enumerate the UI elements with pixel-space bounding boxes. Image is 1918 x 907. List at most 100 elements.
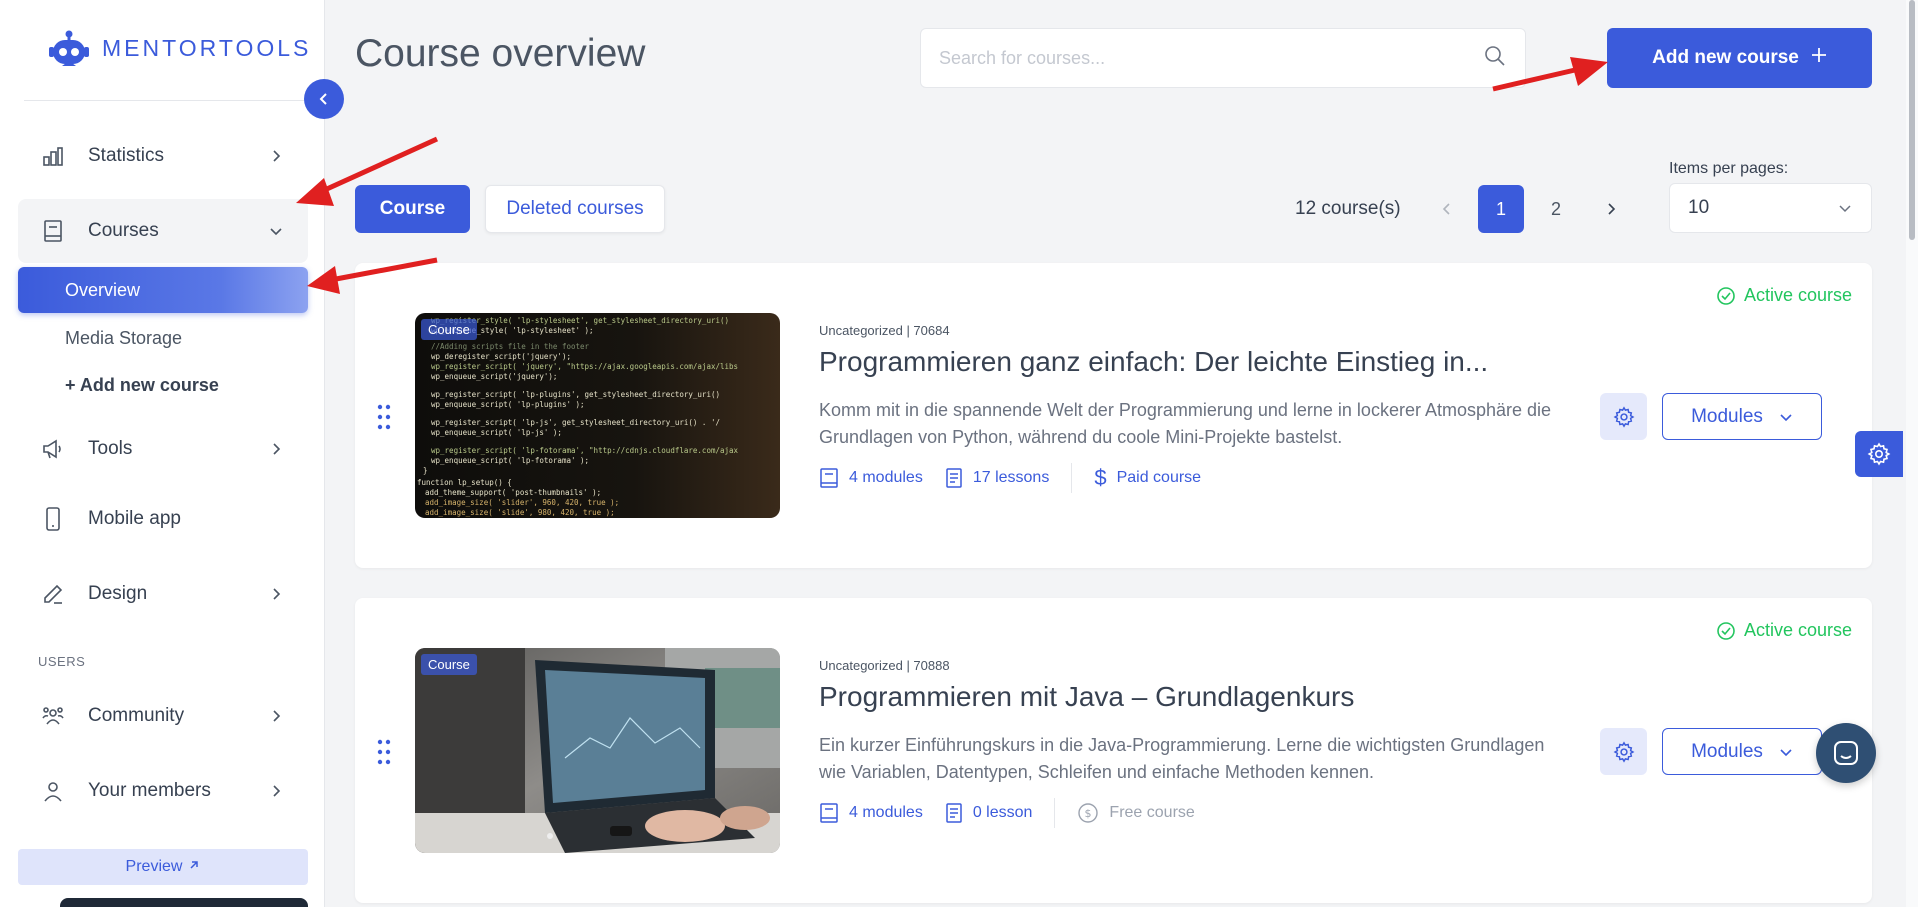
divider [24, 100, 314, 101]
svg-text:wp_deregister_script('jquery'): wp_deregister_script('jquery'); [431, 352, 571, 361]
search-box [920, 28, 1526, 88]
sidebar-item-mobile-app[interactable]: Mobile app [18, 487, 308, 551]
check-circle-icon [1717, 621, 1735, 640]
modules-count: 4 modules [819, 467, 923, 489]
chevron-right-icon [266, 706, 286, 726]
preview-button[interactable]: Preview [18, 849, 308, 885]
sidebar-subitem-add-new-course[interactable]: + Add new course [18, 362, 308, 408]
book-icon [820, 803, 838, 823]
chevron-right-icon [266, 439, 286, 459]
sidebar-item-label: Design [88, 583, 148, 604]
sidebar-item-label: Your members [88, 780, 211, 801]
people-icon [40, 703, 66, 729]
document-icon [946, 803, 962, 823]
svg-text:wp_register_script( 'lp-js', g: wp_register_script( 'lp-js', get_stylesh… [431, 418, 720, 427]
pencil-icon [40, 581, 66, 607]
chevron-left-icon [319, 93, 327, 105]
course-type-badge: Course [421, 654, 477, 675]
svg-text:wp_enqueue_script('jquery');: wp_enqueue_script('jquery'); [431, 372, 557, 381]
scrollbar-thumb[interactable] [1909, 0, 1915, 240]
bottom-bar [60, 898, 308, 907]
chevron-down-icon [1780, 748, 1792, 756]
tab-deleted-courses[interactable]: Deleted courses [485, 185, 665, 233]
scrollbar[interactable] [1906, 0, 1918, 907]
search-input[interactable] [939, 47, 1483, 69]
modules-dropdown-button[interactable]: Modules [1662, 393, 1822, 440]
phone-icon [40, 506, 66, 532]
svg-text:add_theme_support( 'post-thumb: add_theme_support( 'post-thumbnails' ); [425, 488, 601, 497]
course-count: 12 course(s) [1295, 198, 1401, 219]
page-title: Course overview [355, 32, 646, 75]
chevron-right-icon [1608, 203, 1616, 215]
course-thumbnail[interactable]: wp_register_style( 'lp-stylesheet', get_… [415, 313, 780, 518]
sidebar-subitem-overview[interactable]: Overview [18, 267, 308, 313]
chevron-right-icon [266, 146, 286, 166]
divider [1071, 463, 1073, 493]
sidebar-item-label: Statistics [88, 145, 165, 166]
svg-text:wp_enqueue_script( 'lp-plugins: wp_enqueue_script( 'lp-plugins' ); [431, 400, 585, 409]
svg-text:}: } [423, 466, 428, 475]
sidebar-item-tools[interactable]: Tools [18, 417, 308, 481]
price-type: $ Paid course [1094, 465, 1202, 490]
price-type: $ Free course [1077, 802, 1195, 824]
chevron-left-icon [1442, 203, 1450, 215]
gear-icon [1613, 405, 1634, 428]
divider [1054, 798, 1056, 828]
course-title[interactable]: Programmieren ganz einfach: Der leichte … [819, 346, 1488, 378]
items-per-page-select[interactable]: 10 [1669, 183, 1872, 233]
preview-label: Preview [125, 858, 183, 875]
pagination-prev-button[interactable] [1424, 185, 1470, 233]
svg-text:wp_register_script( 'lp-fotora: wp_register_script( 'lp-fotorama', "http… [431, 446, 739, 455]
svg-text:$: $ [1085, 807, 1092, 820]
sidebar-item-statistics[interactable]: Statistics [18, 124, 308, 188]
drag-handle-icon[interactable] [377, 403, 391, 431]
collapse-sidebar-button[interactable] [304, 79, 344, 119]
svg-text:wp_enqueue_script( 'lp-js' );: wp_enqueue_script( 'lp-js' ); [431, 428, 562, 437]
svg-text://Adding scripts file in the f: //Adding scripts file in the footer [431, 342, 590, 351]
tab-course[interactable]: Course [355, 185, 470, 233]
svg-text:wp_register_script( 'lp-plugin: wp_register_script( 'lp-plugins', get_st… [431, 390, 720, 399]
chevron-down-icon [1839, 205, 1851, 213]
pagination-page-1[interactable]: 1 [1478, 185, 1524, 233]
sidebar-item-label: Tools [88, 438, 133, 459]
book-icon [40, 218, 66, 244]
course-meta: Uncategorized | 70888 [819, 658, 950, 673]
chat-icon [1834, 741, 1858, 765]
dollar-circle-icon: $ [1078, 803, 1099, 823]
modules-dropdown-button[interactable]: Modules [1662, 728, 1822, 775]
svg-text:function lp_setup() {: function lp_setup() { [417, 478, 512, 487]
gear-icon [1613, 740, 1634, 763]
chevron-right-icon [266, 781, 286, 801]
course-thumbnail[interactable]: Course [415, 648, 780, 853]
search-icon[interactable] [1483, 44, 1507, 73]
lessons-count: 0 lesson [945, 802, 1032, 824]
course-settings-button[interactable] [1600, 728, 1647, 775]
chat-launcher-button[interactable] [1816, 723, 1876, 783]
sidebar-item-courses[interactable]: Courses [18, 199, 308, 263]
sidebar-item-community[interactable]: Community [18, 684, 308, 748]
course-title[interactable]: Programmieren mit Java – Grundlagenkurs [819, 681, 1354, 713]
pagination-next-button[interactable] [1588, 185, 1634, 233]
add-new-course-button[interactable]: Add new course [1607, 28, 1872, 88]
sidebar-item-label: Courses [88, 220, 159, 241]
logo[interactable]: MENTORTOOLS [48, 28, 311, 68]
course-settings-button[interactable] [1600, 393, 1647, 440]
external-link-icon [188, 858, 200, 876]
dollar-icon: $ [1094, 465, 1107, 490]
status-badge: Active course [1716, 620, 1852, 641]
sidebar-item-design[interactable]: Design [18, 562, 308, 626]
sidebar-subitem-media-storage[interactable]: Media Storage [18, 315, 308, 361]
book-icon [820, 468, 838, 488]
floating-settings-button[interactable] [1855, 431, 1903, 477]
sidebar-item-label: Community [88, 705, 185, 726]
sidebar-item-your-members[interactable]: Your members [18, 759, 308, 823]
chevron-right-icon [266, 584, 286, 604]
sidebar-item-label: Mobile app [88, 508, 181, 529]
items-per-page-label: Items per pages: [1669, 160, 1789, 177]
modules-count: 4 modules [819, 802, 923, 824]
pagination-page-2[interactable]: 2 [1533, 185, 1579, 233]
svg-text:wp_enqueue_script( 'lp-fotoram: wp_enqueue_script( 'lp-fotorama' ); [431, 456, 589, 465]
chevron-down-icon [1780, 413, 1792, 421]
svg-text:add_image_size( 'slider', 960,: add_image_size( 'slider', 960, 420, true… [425, 498, 619, 507]
drag-handle-icon[interactable] [377, 738, 391, 766]
